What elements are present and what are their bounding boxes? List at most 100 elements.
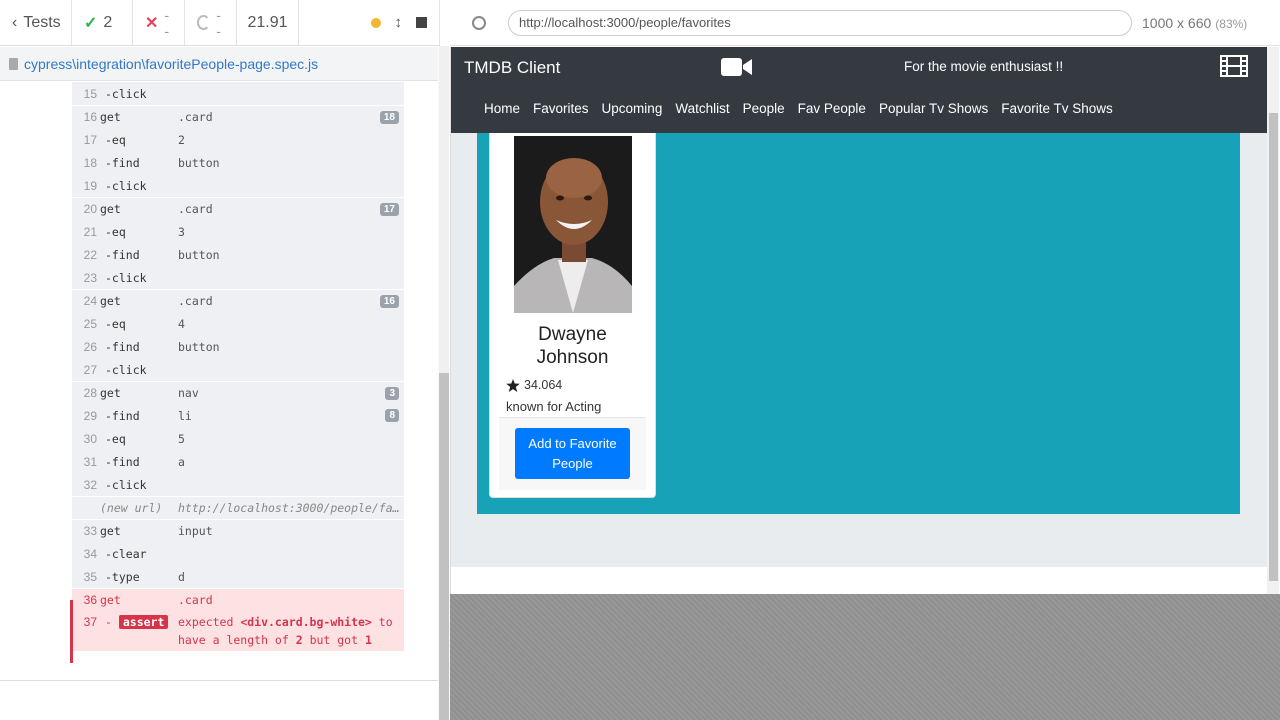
aut-url-text: http://localhost:3000/people/favorites: [519, 15, 731, 30]
command-row[interactable]: 28 get nav 3: [72, 381, 404, 404]
command-name: -eq: [105, 224, 126, 239]
spec-path-link[interactable]: cypress\integration\favoritePeople-page.…: [24, 56, 318, 72]
failed-count: ✕ --: [133, 0, 185, 45]
command-message: 5: [178, 431, 185, 446]
command-row[interactable]: 22 -find button: [72, 243, 404, 266]
command-message: 2: [178, 132, 185, 147]
nav-link-home[interactable]: Home: [484, 101, 520, 116]
command-count-badge: 3: [385, 387, 399, 400]
command-row[interactable]: 20 get .card 17: [72, 197, 404, 220]
command-name: - assert: [100, 615, 178, 629]
command-row[interactable]: 30 -eq 5: [72, 427, 404, 450]
assert-text: expected: [178, 615, 241, 629]
stop-button[interactable]: [416, 17, 427, 28]
nav-link-popular-tv-shows[interactable]: Popular Tv Shows: [879, 101, 988, 116]
command-row[interactable]: 29 -find li 8: [72, 404, 404, 427]
command-row[interactable]: 17 -eq 2: [72, 128, 404, 151]
command-number: 23: [83, 270, 97, 285]
pane-splitter[interactable]: [438, 46, 450, 720]
tests-back-button[interactable]: ‹ Tests: [0, 0, 72, 45]
command-number: 37: [83, 615, 97, 629]
command-number: 36: [83, 593, 97, 607]
assert-error-row[interactable]: 37- assert expected <div.card.bg-white> t…: [72, 611, 404, 651]
app-scrollbar[interactable]: [1267, 47, 1279, 594]
aut-background: [450, 594, 1280, 720]
command-log-scrollbar-thumb[interactable]: [439, 373, 449, 720]
command-name: -find: [105, 408, 140, 423]
brand-link[interactable]: TMDB Client: [464, 58, 560, 78]
command-row[interactable]: 31 -find a: [72, 450, 404, 473]
aut-url-bar: http://localhost:3000/people/favorites: [508, 9, 1132, 36]
command-count-badge: 8: [385, 409, 399, 422]
command-list: 15 -click 16 get .card 18 17 -eq 2 18 -find button 1…: [72, 82, 404, 651]
viewport-info: 1000 x 660 (83%): [1142, 15, 1247, 31]
command-log[interactable]: 15 -click 16 get .card 18 17 -eq 2 18 -find button 1…: [0, 82, 440, 680]
selector-playground-crosshair-icon[interactable]: [472, 15, 486, 30]
command-message: .card: [178, 202, 213, 216]
command-number: 26: [83, 339, 97, 354]
command-number: 21: [83, 224, 97, 239]
command-row[interactable]: 18 -find button: [72, 151, 404, 174]
command-message: nav: [178, 386, 199, 400]
scroll-toggle-icon[interactable]: ↕: [395, 14, 403, 31]
nav-link-watchlist[interactable]: Watchlist: [675, 101, 729, 116]
nav-link-upcoming[interactable]: Upcoming: [602, 101, 663, 116]
command-name: -click: [105, 477, 147, 492]
command-row[interactable]: 21 -eq 3: [72, 220, 404, 243]
nav-link-fav-people[interactable]: Fav People: [798, 101, 866, 116]
command-number: 34: [83, 546, 97, 561]
command-number: 35: [83, 569, 97, 584]
command-row[interactable]: 15 -click: [72, 82, 404, 105]
error-indicator-bar: [70, 600, 73, 663]
command-name: -click: [105, 270, 147, 285]
assert-actual: 1: [364, 633, 372, 647]
command-row[interactable]: 19 -click: [72, 174, 404, 197]
command-number: 32: [83, 477, 97, 492]
command-number: 20: [83, 202, 97, 216]
runner-controls: ↕: [299, 0, 440, 45]
app-page-bottom: [451, 567, 1267, 594]
file-icon: [9, 57, 18, 70]
app-scrollbar-thumb[interactable]: [1269, 113, 1278, 581]
duration: 21.91: [237, 0, 299, 45]
aut-header: http://localhost:3000/people/favorites 1…: [450, 0, 1280, 46]
command-row[interactable]: 24 get .card 16: [72, 289, 404, 312]
nav-links: Home Favorites Upcoming Watchlist People…: [484, 101, 1113, 116]
pending-spinner-icon: [197, 15, 211, 30]
nav-link-favorite-tv-shows[interactable]: Favorite Tv Shows: [1001, 101, 1113, 116]
command-number: 25: [83, 316, 97, 331]
command-row[interactable]: 36 get .card: [72, 588, 404, 611]
command-number: 27: [83, 362, 97, 377]
cross-icon: ✕: [145, 14, 159, 32]
command-count-badge: 16: [379, 295, 399, 308]
command-name: -find: [105, 454, 140, 469]
command-row[interactable]: 33 get input: [72, 519, 404, 542]
command-name: -click: [105, 86, 147, 101]
command-row[interactable]: 23 -click: [72, 266, 404, 289]
command-row[interactable]: 25 -eq 4: [72, 312, 404, 335]
command-name: get: [100, 294, 121, 308]
add-to-favorite-people-button[interactable]: Add to Favorite People: [515, 428, 630, 479]
status-dot-icon: [370, 17, 381, 28]
app-under-test: TMDB Client For the movie enthusiast !!: [450, 47, 1279, 594]
assert-subject: <div.card.bg-white>: [240, 615, 372, 629]
command-name: -find: [105, 155, 140, 170]
command-number: 29: [83, 408, 97, 423]
command-row[interactable]: 27 -click: [72, 358, 404, 381]
nav-link-people[interactable]: People: [743, 101, 785, 116]
command-row[interactable]: 35 -type d: [72, 565, 404, 588]
command-number: 22: [83, 247, 97, 262]
viewport-scale: (83%): [1215, 16, 1248, 31]
command-number: 31: [83, 454, 97, 469]
command-count-badge: 18: [379, 111, 399, 124]
nav-link-favorites[interactable]: Favorites: [533, 101, 589, 116]
command-row[interactable]: (new url) http://localhost:3000/people/fa…: [72, 496, 404, 519]
command-row[interactable]: 16 get .card 18: [72, 105, 404, 128]
command-message: li: [178, 408, 192, 423]
command-row[interactable]: 26 -find button: [72, 335, 404, 358]
command-row[interactable]: 32 -click: [72, 473, 404, 496]
command-number: 28: [83, 386, 97, 400]
command-row[interactable]: 34 -clear: [72, 542, 404, 565]
command-message: button: [178, 339, 220, 354]
cypress-runner-pane: ‹ Tests ✓ 2 ✕ -- -- 21.91 ↕ cypress\inte…: [0, 0, 440, 720]
